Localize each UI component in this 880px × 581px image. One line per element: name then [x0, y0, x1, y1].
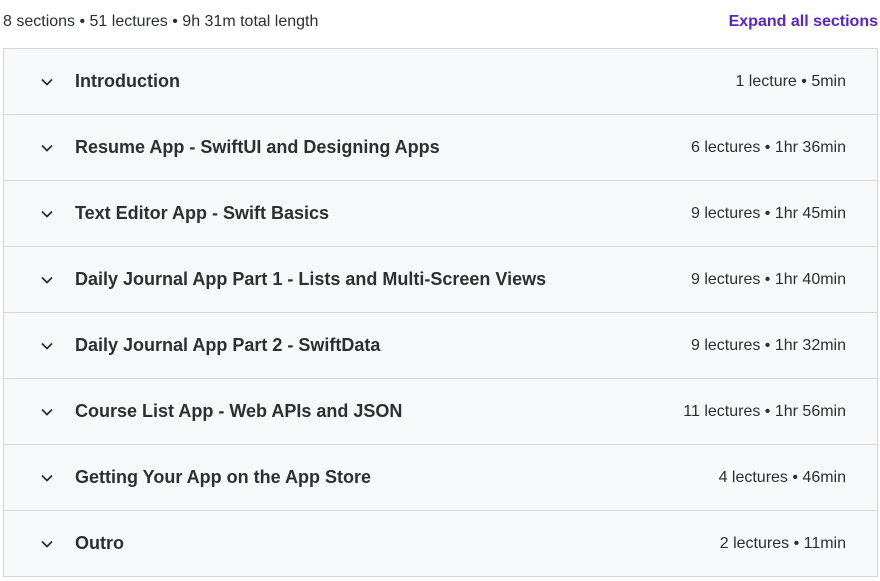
section-meta: 9 lectures • 1hr 45min: [690, 204, 846, 222]
section-title: Resume App - SwiftUI and Designing Apps: [75, 137, 440, 157]
chevron-down-icon: [40, 141, 54, 155]
course-summary: 8 sections • 51 lectures • 9h 31m total …: [3, 13, 319, 30]
section-meta: 2 lectures • 11min: [719, 534, 846, 552]
section-meta: 6 lectures • 1hr 36min: [690, 138, 846, 156]
section-meta: 9 lectures • 1hr 32min: [690, 336, 846, 354]
section-row[interactable]: Resume App - SwiftUI and Designing Apps …: [4, 115, 877, 181]
section-title: Course List App - Web APIs and JSON: [75, 401, 403, 421]
section-row[interactable]: Getting Your App on the App Store 4 lect…: [4, 445, 877, 511]
section-row[interactable]: Daily Journal App Part 2 - SwiftData 9 l…: [4, 313, 877, 379]
expand-all-sections-button[interactable]: Expand all sections: [729, 13, 878, 31]
section-meta: 1 lecture • 5min: [735, 72, 846, 90]
section-title: Outro: [75, 533, 124, 553]
section-title: Daily Journal App Part 2 - SwiftData: [75, 335, 381, 355]
section-row[interactable]: Introduction 1 lecture • 5min: [4, 49, 877, 115]
section-title: Daily Journal App Part 1 - Lists and Mul…: [75, 269, 547, 289]
chevron-down-icon: [40, 471, 54, 485]
section-row[interactable]: Course List App - Web APIs and JSON 11 l…: [4, 379, 877, 445]
curriculum-header: 8 sections • 51 lectures • 9h 31m total …: [0, 0, 880, 44]
section-title: Text Editor App - Swift Basics: [75, 203, 330, 223]
section-row[interactable]: Outro 2 lectures • 11min: [4, 511, 877, 576]
chevron-down-icon: [40, 207, 54, 221]
sections-list: Introduction 1 lecture • 5min Resume App…: [3, 48, 878, 577]
section-row[interactable]: Daily Journal App Part 1 - Lists and Mul…: [4, 247, 877, 313]
section-title: Introduction: [75, 71, 180, 91]
section-meta: 9 lectures • 1hr 40min: [690, 270, 846, 288]
section-title: Getting Your App on the App Store: [75, 467, 371, 487]
chevron-down-icon: [40, 339, 54, 353]
section-row[interactable]: Text Editor App - Swift Basics 9 lecture…: [4, 181, 877, 247]
chevron-down-icon: [40, 537, 54, 551]
section-meta: 4 lectures • 46min: [718, 468, 846, 486]
chevron-down-icon: [40, 273, 54, 287]
section-meta: 11 lectures • 1hr 56min: [683, 402, 846, 420]
chevron-down-icon: [40, 405, 54, 419]
chevron-down-icon: [40, 75, 54, 89]
